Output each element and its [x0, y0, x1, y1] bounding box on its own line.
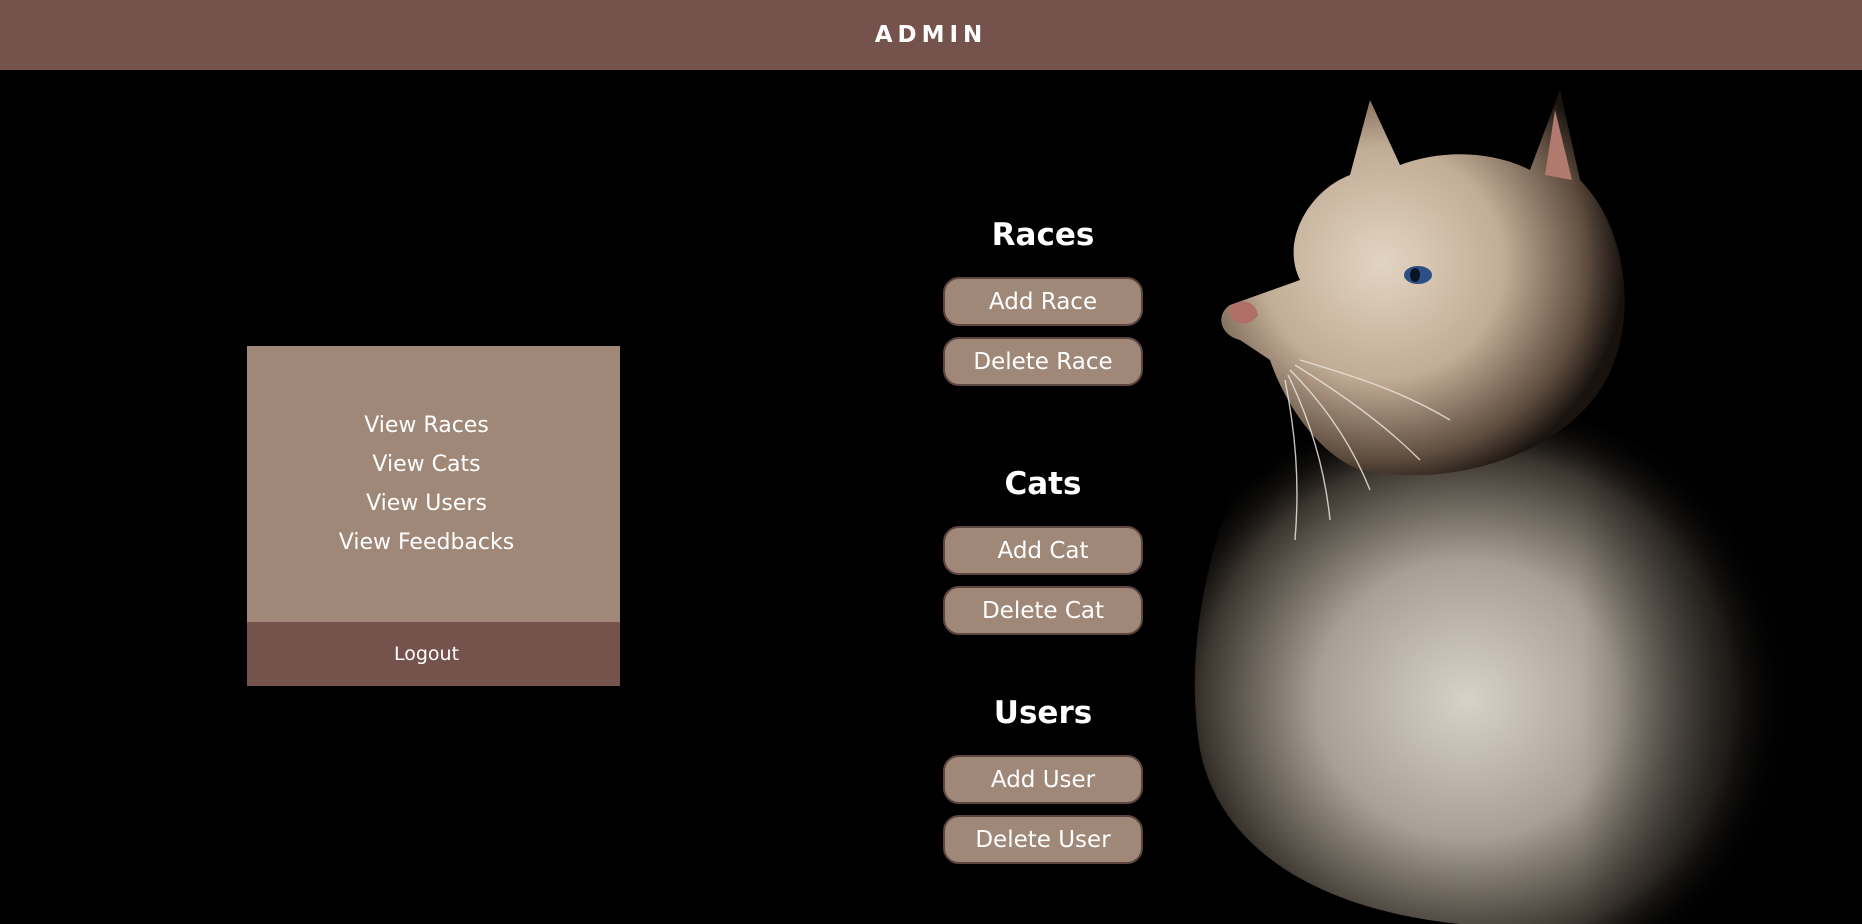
- delete-race-button[interactable]: Delete Race: [943, 337, 1143, 386]
- nav-panel: View Races View Cats View Users View Fee…: [247, 346, 620, 686]
- top-header: ADMIN: [0, 0, 1862, 70]
- add-cat-button[interactable]: Add Cat: [943, 526, 1143, 575]
- delete-user-button[interactable]: Delete User: [943, 815, 1143, 864]
- view-races-link[interactable]: View Races: [364, 406, 489, 445]
- view-feedbacks-link[interactable]: View Feedbacks: [339, 523, 514, 562]
- add-user-button[interactable]: Add User: [943, 755, 1143, 804]
- users-heading: Users: [993, 695, 1093, 731]
- admin-page: ADMIN View Races View Cats View Users Vi…: [0, 0, 1862, 924]
- cats-heading: Cats: [1004, 466, 1082, 502]
- add-race-button[interactable]: Add Race: [943, 277, 1143, 326]
- races-heading: Races: [991, 217, 1095, 253]
- view-users-link[interactable]: View Users: [366, 484, 487, 523]
- cat-photo: [1160, 70, 1862, 924]
- page-title: ADMIN: [874, 22, 988, 48]
- logout-button[interactable]: Logout: [247, 622, 620, 686]
- view-cats-link[interactable]: View Cats: [372, 445, 480, 484]
- logout-label: Logout: [393, 643, 460, 665]
- delete-cat-button[interactable]: Delete Cat: [943, 586, 1143, 635]
- nav-links: View Races View Cats View Users View Fee…: [247, 346, 620, 622]
